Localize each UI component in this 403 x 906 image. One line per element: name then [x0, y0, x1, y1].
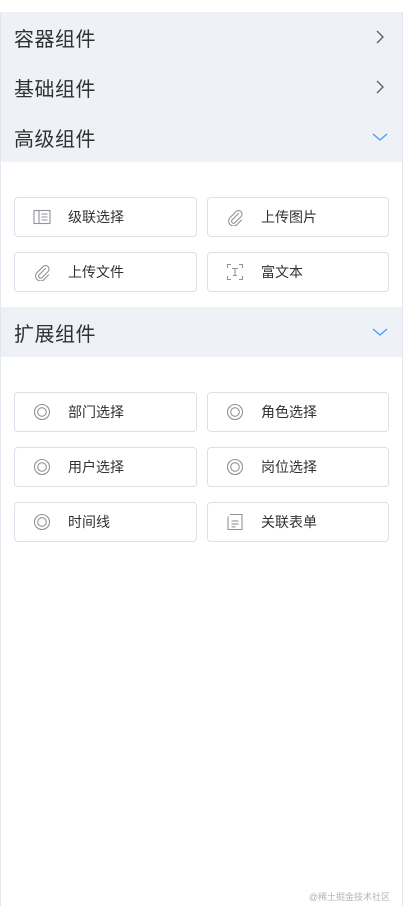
circle-icon [33, 513, 51, 531]
cascader-icon [33, 208, 51, 226]
section-header-container[interactable]: 容器组件 [1, 12, 402, 62]
section-header-advanced[interactable]: 高级组件 [1, 112, 402, 162]
section-header-extension[interactable]: 扩展组件 [1, 307, 402, 357]
widget-dept-select[interactable]: 部门选择 [14, 392, 197, 432]
paperclip-icon [33, 263, 51, 281]
form-icon [226, 513, 244, 531]
widget-upload-file[interactable]: 上传文件 [14, 252, 197, 292]
widget-rich-text[interactable]: 富文本 [207, 252, 389, 292]
extension-widget-grid: 部门选择 角色选择 用户选择 岗位选择 时间线 关联表单 [1, 357, 402, 557]
chevron-down-icon [372, 129, 388, 145]
widget-related-form[interactable]: 关联表单 [207, 502, 389, 542]
chevron-right-icon [372, 79, 388, 95]
widget-label: 角色选择 [261, 404, 317, 420]
rich-text-icon [226, 263, 244, 281]
widget-label: 岗位选择 [261, 459, 317, 475]
chevron-down-icon [372, 324, 388, 340]
widget-cascader[interactable]: 级联选择 [14, 197, 197, 237]
circle-icon [33, 403, 51, 421]
widget-timeline[interactable]: 时间线 [14, 502, 197, 542]
widget-role-select[interactable]: 角色选择 [207, 392, 389, 432]
paperclip-icon [226, 208, 244, 226]
advanced-widget-grid: 级联选择 上传图片 上传文件 富文本 [1, 162, 402, 307]
widget-label: 用户选择 [68, 459, 124, 475]
widget-label: 富文本 [261, 264, 303, 280]
circle-icon [33, 458, 51, 476]
widget-label: 关联表单 [261, 514, 317, 530]
widget-user-select[interactable]: 用户选择 [14, 447, 197, 487]
section-title: 高级组件 [14, 128, 96, 151]
widget-label: 级联选择 [68, 209, 124, 225]
section-title: 扩展组件 [14, 323, 96, 346]
section-header-basic[interactable]: 基础组件 [1, 62, 402, 112]
circle-icon [226, 458, 244, 476]
widget-upload-image[interactable]: 上传图片 [207, 197, 389, 237]
widget-label: 时间线 [68, 514, 110, 530]
watermark: @稀土掘金技术社区 [308, 892, 390, 902]
section-title: 容器组件 [14, 28, 96, 51]
section-title: 基础组件 [14, 78, 96, 101]
circle-icon [226, 403, 244, 421]
widget-label: 上传图片 [261, 209, 317, 225]
widget-label: 上传文件 [68, 264, 124, 280]
chevron-right-icon [372, 29, 388, 45]
widget-label: 部门选择 [68, 404, 124, 420]
widget-post-select[interactable]: 岗位选择 [207, 447, 389, 487]
component-panel: 容器组件 基础组件 高级组件 级联选择 上传图片 上传文件 富文本 扩展组件 部… [0, 12, 403, 906]
